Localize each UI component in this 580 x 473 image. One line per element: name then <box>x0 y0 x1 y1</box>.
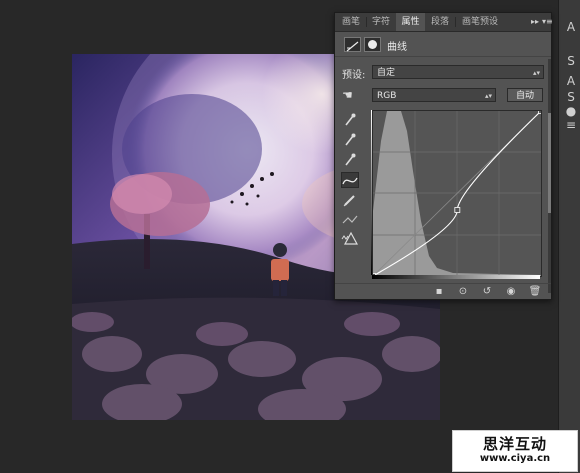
adjustment-header: 曲线 <box>335 32 551 57</box>
trash-icon[interactable]: 🗑 <box>527 286 543 298</box>
pencil-icon[interactable] <box>341 192 359 208</box>
tab-paragraph[interactable]: 段落 <box>426 13 454 31</box>
auto-button[interactable]: 自动 <box>507 88 543 102</box>
panel-title: 曲线 <box>387 42 407 53</box>
select-arrows-icon: ▴▾ <box>484 92 492 100</box>
tab-brush[interactable]: 画笔 <box>337 13 365 31</box>
layers-icon[interactable]: ≡ <box>564 118 578 132</box>
properties-panel: 画笔 字符 属性 段落 画笔预设 ▸▸ ▾≡ 曲线 预设: 自定 ▴▾ ☚ RG… <box>334 12 553 300</box>
clip-to-layer-icon[interactable]: ▪ <box>431 286 447 298</box>
preset-select[interactable]: 自定 ▴▾ <box>372 65 544 79</box>
preset-label: 预设: <box>342 70 366 81</box>
view-previous-state-icon[interactable]: ⊙ <box>455 286 471 298</box>
watermark-url: www.ciya.cn <box>479 453 551 464</box>
tab-character[interactable]: 字符 <box>367 13 395 31</box>
curves-adjustment-icon[interactable] <box>344 37 361 52</box>
collapse-panel-icon[interactable]: ▸▸ <box>531 13 539 31</box>
clipping-warning-icon[interactable] <box>341 230 359 246</box>
reset-icon[interactable]: ↺ <box>479 286 495 298</box>
style-icon[interactable]: S <box>564 90 578 104</box>
curve-control-point[interactable] <box>454 207 461 213</box>
scrollbar-thumb[interactable] <box>548 113 551 213</box>
tab-properties[interactable]: 属性 <box>396 13 425 31</box>
watermark-brand: 思洋互动 <box>482 435 547 453</box>
eyedropper-white-icon[interactable] <box>341 152 359 168</box>
curves-graph[interactable] <box>370 108 544 279</box>
watermark-logo: 思洋互动 www.ciya.cn <box>452 430 578 472</box>
channel-value: RGB <box>377 91 397 101</box>
color-icon[interactable]: ● <box>564 104 578 118</box>
targeted-adjustment-hand-icon[interactable]: ☚ <box>342 87 360 103</box>
panel-tab-bar: 画笔 字符 属性 段落 画笔预设 ▸▸ ▾≡ <box>335 13 553 32</box>
input-gradient-ramp <box>372 275 540 279</box>
curve-point-tool-icon[interactable] <box>341 172 359 188</box>
channel-select[interactable]: RGB ▴▾ <box>372 88 496 102</box>
type-icon[interactable]: A <box>564 74 578 88</box>
select-arrows-icon: ▴▾ <box>532 69 540 77</box>
type-icon[interactable]: A <box>564 20 578 34</box>
tab-brush-presets[interactable]: 画笔预设 <box>456 13 504 31</box>
smooth-curve-icon[interactable] <box>341 212 359 228</box>
eyedropper-gray-icon[interactable] <box>341 132 359 148</box>
visibility-eye-icon[interactable]: ◉ <box>503 286 519 298</box>
right-toolbar-strip: A S A S ● ≡ <box>558 0 580 473</box>
panel-menu-icon[interactable]: ▾≡ <box>542 13 553 31</box>
panel-bottom-bar: ▪ ⊙ ↺ ◉ 🗑 <box>335 283 551 300</box>
eyedropper-black-icon[interactable] <box>341 112 359 128</box>
style-icon[interactable]: S <box>564 54 578 68</box>
layer-mask-icon[interactable] <box>364 37 381 52</box>
preset-value: 自定 <box>377 68 396 78</box>
curve-control-point[interactable] <box>538 108 544 114</box>
